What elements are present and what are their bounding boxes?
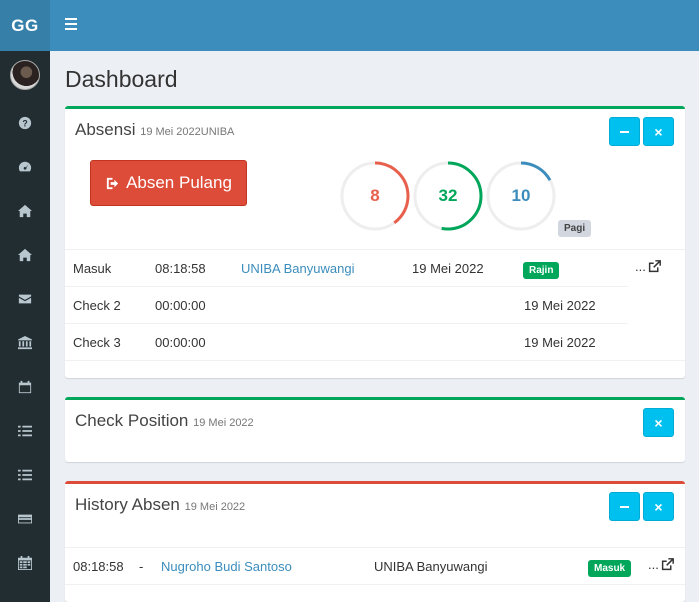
row-date: 19 Mei 2022 xyxy=(412,261,484,276)
page-title: Dashboard xyxy=(65,66,178,92)
detail-link[interactable]: ... xyxy=(648,557,674,572)
table-row xyxy=(65,360,685,397)
remove-button[interactable]: × xyxy=(643,408,674,437)
row-time: 00:00:00 xyxy=(155,298,206,313)
box-title: Absensi 19 Mei 2022UNIBA xyxy=(75,120,234,140)
absen-pulang-label: Absen Pulang xyxy=(126,173,232,192)
app-logo[interactable]: GG xyxy=(0,0,50,51)
bank-icon[interactable] xyxy=(15,333,35,353)
question-circle-icon[interactable]: ? xyxy=(15,113,35,133)
check-position-subtitle: 19 Mei 2022 xyxy=(193,417,254,429)
list-icon[interactable] xyxy=(15,421,35,441)
stat-ring: 10 xyxy=(486,161,556,231)
table-row: Check 2 00:00:00 19 Mei 2022 xyxy=(65,286,628,323)
detail-link-text: ... xyxy=(635,259,646,274)
calendar-icon[interactable] xyxy=(15,377,35,397)
table-row xyxy=(65,584,685,602)
list-icon[interactable] xyxy=(15,465,35,485)
session-badge: Pagi xyxy=(558,220,592,237)
box-title: Check Position 19 Mei 2022 xyxy=(75,411,254,431)
detail-link[interactable]: ... xyxy=(635,259,661,274)
dashboard-icon[interactable] xyxy=(15,157,35,177)
history-separator: - xyxy=(139,559,144,574)
history-time: 08:18:58 xyxy=(73,559,124,574)
stat-value: 10 xyxy=(511,186,531,205)
credit-card-icon[interactable] xyxy=(15,509,35,529)
minus-icon xyxy=(620,505,629,508)
svg-text:?: ? xyxy=(22,119,27,129)
stat-ring: 8 xyxy=(340,161,410,231)
remove-button[interactable]: × xyxy=(643,117,674,146)
home-icon[interactable] xyxy=(15,201,35,221)
history-title: History Absen xyxy=(75,495,180,514)
avatar[interactable] xyxy=(10,60,40,90)
row-time: 00:00:00 xyxy=(155,335,206,350)
history-subtitle: 19 Mei 2022 xyxy=(184,501,246,513)
row-time: 08:18:58 xyxy=(155,261,206,276)
absen-pulang-button[interactable]: Absen Pulang xyxy=(90,160,247,206)
close-icon: × xyxy=(654,123,663,140)
row-label: Check 3 xyxy=(73,335,121,350)
row-date: 19 Mei 2022 xyxy=(524,335,596,350)
collapse-button[interactable] xyxy=(609,492,640,521)
row-date: 19 Mei 2022 xyxy=(524,298,596,313)
minus-icon xyxy=(620,130,629,133)
external-link-icon xyxy=(648,260,661,273)
stat-value: 32 xyxy=(438,186,458,205)
stat-value: 8 xyxy=(370,186,380,205)
history-absen-box: History Absen 19 Mei 2022 × 08:18:58 - N… xyxy=(65,481,685,602)
stat-ring: 32 xyxy=(413,161,483,231)
row-label: Masuk xyxy=(73,261,112,276)
table-row: 08:18:58 - Nugroho Budi Santoso UNIBA Ba… xyxy=(65,547,685,584)
history-location: UNIBA Banyuwangi xyxy=(374,559,488,574)
sidebar-toggle-icon[interactable] xyxy=(65,18,77,30)
sign-out-icon xyxy=(106,177,119,189)
status-badge: Rajin xyxy=(523,262,560,279)
absensi-title: Absensi xyxy=(75,120,136,139)
box-title: History Absen 19 Mei 2022 xyxy=(75,495,245,515)
table-row: Check 3 00:00:00 19 Mei 2022 xyxy=(65,323,628,360)
close-icon: × xyxy=(654,414,663,431)
check-position-title: Check Position xyxy=(75,411,189,430)
row-label: Check 2 xyxy=(73,298,121,313)
sidebar: ? xyxy=(0,51,50,602)
detail-link-text: ... xyxy=(648,557,659,572)
envelope-icon[interactable] xyxy=(15,289,35,309)
home-icon[interactable] xyxy=(15,245,35,265)
collapse-button[interactable] xyxy=(609,117,640,146)
external-link-icon xyxy=(661,558,674,571)
user-link[interactable]: Nugroho Budi Santoso xyxy=(161,559,292,574)
top-navbar xyxy=(50,0,699,51)
absensi-box: Absensi 19 Mei 2022UNIBA × Absen Pulang … xyxy=(65,106,685,378)
absensi-subtitle: 19 Mei 2022UNIBA xyxy=(140,126,235,138)
status-badge: Masuk xyxy=(588,560,632,577)
calendar-grid-icon[interactable] xyxy=(15,553,35,573)
close-icon: × xyxy=(654,498,663,515)
location-link[interactable]: UNIBA Banyuwangi xyxy=(241,261,354,276)
remove-button[interactable]: × xyxy=(643,492,674,521)
table-row: Masuk 08:18:58 UNIBA Banyuwangi 19 Mei 2… xyxy=(65,249,685,286)
check-position-box: Check Position 19 Mei 2022 × xyxy=(65,397,685,462)
